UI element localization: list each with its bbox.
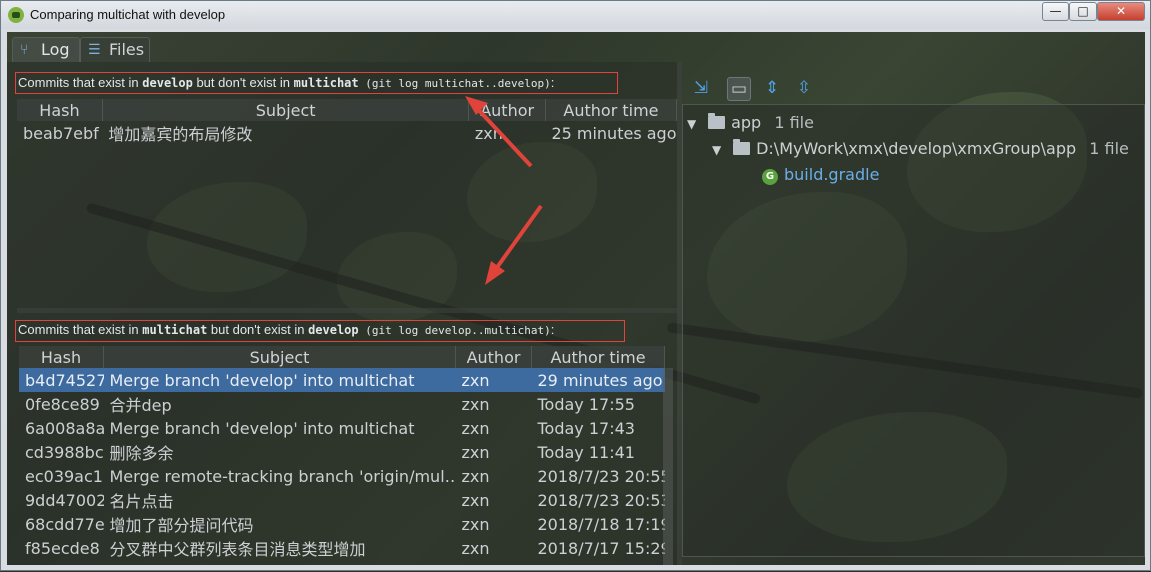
commit-author: zxn	[461, 466, 490, 486]
commit-hash: b4d74527	[19, 368, 104, 392]
file-count: 1 file	[774, 113, 814, 132]
table-row[interactable]: b4d74527 Merge branch 'develop' into mul…	[19, 368, 665, 392]
tab-files-label: Files	[109, 40, 145, 59]
commit-time: Today 11:41	[537, 442, 635, 462]
commit-hash: f85ecde8	[25, 538, 100, 558]
commit-author: zxn	[461, 418, 490, 438]
minimize-button[interactable]: —	[1042, 2, 1069, 21]
commit-time: 2018/7/18 17:19	[537, 514, 665, 534]
content-area: ⑂ Log ☰ Files Commits that exist in deve…	[7, 32, 1145, 565]
commit-hash: beab7ebf	[23, 123, 99, 143]
commit-subject: 合并dep	[109, 396, 172, 415]
commit-time: 2018/7/17 15:29	[537, 538, 665, 558]
column-header-author-time[interactable]: Author time	[531, 346, 665, 368]
tab-log-label: Log	[41, 40, 70, 59]
table-row[interactable]: f85ecde8 分叉群中父群列表条目消息类型增加 zxn 2018/7/17 …	[19, 536, 665, 560]
table-header-row: Hash Subject Author Author time	[17, 99, 678, 121]
table-scrollbar[interactable]	[663, 368, 673, 565]
group-by-directory-icon[interactable]: ▭	[727, 77, 751, 101]
close-button[interactable]: ✕	[1097, 2, 1145, 21]
commit-hash: ec039ac1	[25, 466, 103, 486]
git-log-icon: ⑂	[20, 42, 29, 58]
table-row[interactable]: cd3988bc 删除多余 zxn Today 11:41	[19, 440, 665, 464]
column-header-subject[interactable]: Subject	[103, 346, 456, 368]
commit-time: 2018/7/23 20:55	[537, 466, 665, 486]
commit-author: zxn	[474, 123, 503, 143]
tree-node-label: D:\MyWork\xmx\develop\xmxGroup\app	[756, 139, 1077, 158]
changes-panel	[682, 104, 1145, 557]
file-count: 1 file	[1089, 139, 1129, 158]
tab-files[interactable]: ☰ Files	[80, 37, 150, 62]
expand-all-icon[interactable]: ⇲	[689, 77, 713, 101]
commit-subject: 分叉群中父群列表条目消息类型增加	[109, 540, 366, 559]
commit-hash: 0fe8ce89	[25, 394, 100, 414]
tree-node-file[interactable]: Gbuild.gradle	[762, 165, 879, 185]
app-window: Comparing multichat with develop — □ ✕ ⑂…	[0, 0, 1151, 571]
table-row[interactable]: 6a008a8a Merge branch 'develop' into mul…	[19, 416, 665, 440]
bottom-commit-table: Hash Subject Author Author time b4d74527…	[19, 346, 665, 560]
column-header-hash[interactable]: Hash	[17, 99, 103, 121]
expand-icon[interactable]: ⇕	[760, 77, 784, 101]
table-row[interactable]: ec039ac1 Merge remote-tracking branch 'o…	[19, 464, 665, 488]
table-row[interactable]: 68cdd77e 增加了部分提问代码 zxn 2018/7/18 17:19	[19, 512, 665, 536]
maximize-button[interactable]: □	[1069, 2, 1097, 21]
commit-time: Today 17:43	[537, 418, 635, 438]
table-row[interactable]: beab7ebf 增加嘉宾的布局修改 zxn 25 minutes ago	[17, 121, 677, 145]
tree-node-label: app	[731, 113, 762, 132]
tree-node-dir[interactable]: ▼ D:\MyWork\xmx\develop\xmxGroup\app 1 f…	[712, 139, 1129, 158]
commit-subject: 名片点击	[109, 492, 174, 511]
tab-log[interactable]: ⑂ Log	[12, 37, 80, 62]
commit-hash: 6a008a8a	[25, 418, 104, 438]
expand-triangle-icon[interactable]: ▼	[687, 117, 703, 131]
commit-subject: Merge branch 'develop' into multichat	[109, 418, 415, 438]
table-row[interactable]: 0fe8ce89 合并dep zxn Today 17:55	[19, 392, 665, 416]
module-folder-icon	[708, 113, 726, 129]
commit-author: zxn	[461, 394, 490, 414]
commit-subject: 增加了部分提问代码	[109, 516, 254, 535]
collapse-icon[interactable]: ⇳	[792, 77, 816, 101]
tab-bar: ⑂ Log ☰ Files	[7, 32, 1145, 62]
highlight-box	[15, 72, 618, 94]
tree-node-root[interactable]: ▼ app 1 file	[687, 113, 814, 132]
commit-author: zxn	[461, 538, 490, 558]
commit-time: 2018/7/23 20:53	[537, 490, 665, 510]
top-commit-table: Hash Subject Author Author time beab7ebf…	[17, 99, 678, 145]
file-name-link[interactable]: build.gradle	[784, 165, 879, 184]
commit-author: zxn	[461, 514, 490, 534]
column-header-author[interactable]: Author	[468, 99, 546, 121]
table-row[interactable]: 9dd47002 名片点击 zxn 2018/7/23 20:53	[19, 488, 665, 512]
commit-subject: 增加嘉宾的布局修改	[108, 125, 253, 144]
table-header-row: Hash Subject Author Author time	[19, 346, 665, 368]
commit-subject: Merge branch 'develop' into multichat	[103, 368, 456, 392]
android-studio-icon	[8, 7, 24, 23]
column-header-author-time[interactable]: Author time	[545, 99, 678, 121]
window-title: Comparing multichat with develop	[30, 7, 226, 22]
commit-author: zxn	[461, 490, 490, 510]
commit-time: 29 minutes ago	[531, 368, 665, 392]
commit-time: Today 17:55	[537, 394, 635, 414]
commit-hash: 9dd47002	[25, 490, 104, 510]
commit-time: 25 minutes ago	[551, 123, 677, 143]
commit-hash: 68cdd77e	[25, 514, 104, 534]
vertical-splitter[interactable]	[17, 308, 677, 313]
commit-author: zxn	[455, 368, 532, 392]
commit-hash: cd3988bc	[25, 442, 104, 462]
commit-subject: 删除多余	[109, 444, 174, 463]
column-header-subject[interactable]: Subject	[102, 99, 470, 121]
highlight-box	[15, 320, 625, 342]
expand-triangle-icon[interactable]: ▼	[712, 143, 728, 157]
column-header-author[interactable]: Author	[455, 346, 532, 368]
commit-author: zxn	[461, 442, 490, 462]
title-bar[interactable]: Comparing multichat with develop — □ ✕	[1, 1, 1150, 29]
files-icon: ☰	[88, 42, 101, 58]
folder-icon	[733, 139, 751, 155]
commit-subject: Merge remote-tracking branch 'origin/mul…	[109, 466, 456, 486]
column-header-hash[interactable]: Hash	[19, 346, 104, 368]
gradle-file-icon: G	[762, 169, 778, 185]
